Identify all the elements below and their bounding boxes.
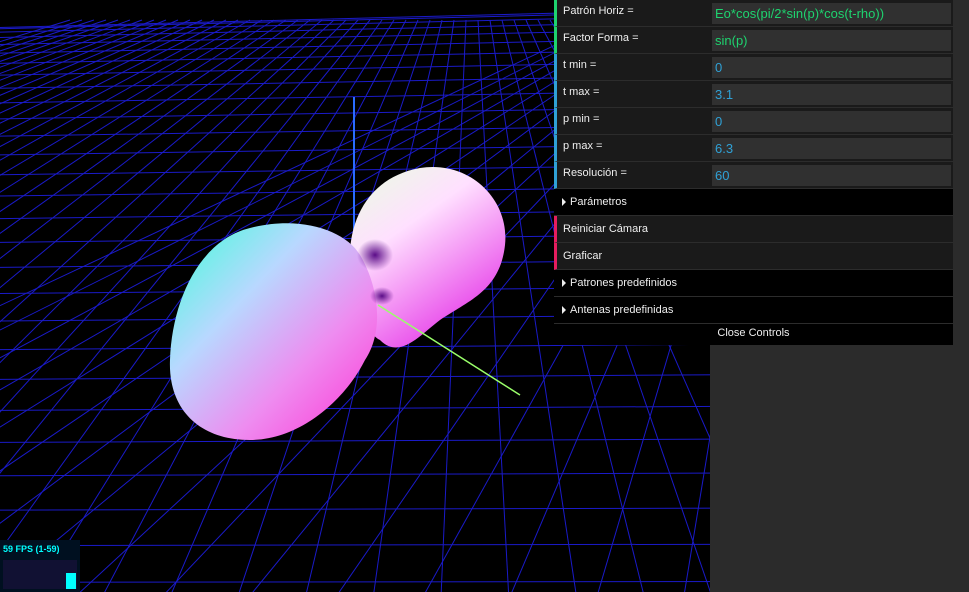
form-factor-row: Factor Forma = bbox=[554, 27, 953, 54]
p-min-row: p min = bbox=[554, 108, 953, 135]
pattern-horizontal-row: Patrón Horiz = bbox=[554, 0, 953, 27]
grid-line bbox=[0, 19, 191, 105]
grid-line bbox=[0, 19, 143, 75]
p-max-row: p max = bbox=[554, 135, 953, 162]
grid-line bbox=[0, 19, 131, 68]
close-controls-button[interactable]: Close Controls bbox=[554, 324, 953, 345]
x-axis-line bbox=[377, 304, 521, 396]
folder-antenas-label: Antenas predefinidas bbox=[570, 304, 674, 316]
resolution-input[interactable] bbox=[712, 165, 951, 186]
caret-right-icon bbox=[562, 306, 566, 314]
t-min-input[interactable] bbox=[712, 57, 951, 78]
folder-parametros-label: Parámetros bbox=[570, 196, 627, 208]
p-max-input[interactable] bbox=[712, 138, 951, 159]
p-max-label: p max = bbox=[563, 140, 603, 152]
p-min-input[interactable] bbox=[712, 111, 951, 132]
folder-patrones-label: Patrones predefinidos bbox=[570, 277, 678, 289]
p-min-label: p min = bbox=[563, 113, 600, 125]
plot-button[interactable]: Graficar bbox=[554, 243, 953, 270]
plot-label: Graficar bbox=[563, 250, 603, 262]
grid-line bbox=[0, 19, 203, 114]
form-factor-label: Factor Forma = bbox=[563, 32, 639, 44]
t-max-input[interactable] bbox=[712, 84, 951, 105]
folder-antenas-predefinidas[interactable]: Antenas predefinidas bbox=[554, 297, 953, 324]
fps-graph bbox=[3, 560, 77, 589]
resolution-label: Resolución = bbox=[563, 167, 627, 179]
t-max-row: t max = bbox=[554, 81, 953, 108]
controls-panel: Patrón Horiz = Factor Forma = t min = t … bbox=[554, 0, 953, 345]
reset-camera-label: Reiniciar Cámara bbox=[563, 223, 648, 235]
t-max-label: t max = bbox=[563, 86, 600, 98]
t-min-row: t min = bbox=[554, 54, 953, 81]
form-factor-input[interactable] bbox=[712, 30, 951, 51]
resolution-row: Resolución = bbox=[554, 162, 953, 189]
reset-camera-button[interactable]: Reiniciar Cámara bbox=[554, 216, 953, 243]
fps-graph-bar bbox=[66, 573, 76, 589]
pattern-horizontal-label: Patrón Horiz = bbox=[563, 5, 634, 17]
pattern-horizontal-input[interactable] bbox=[712, 3, 951, 24]
folder-parametros[interactable]: Parámetros bbox=[554, 189, 953, 216]
grid-line bbox=[0, 19, 167, 89]
caret-right-icon bbox=[562, 198, 566, 206]
fps-stats-panel[interactable]: 59 FPS (1-59) bbox=[0, 540, 80, 592]
fps-readout: 59 FPS (1-59) bbox=[3, 544, 60, 554]
grid-line bbox=[0, 19, 83, 47]
grid-line bbox=[0, 19, 179, 96]
t-min-label: t min = bbox=[563, 59, 597, 71]
folder-patrones-predefinidos[interactable]: Patrones predefinidos bbox=[554, 270, 953, 297]
caret-right-icon bbox=[562, 279, 566, 287]
